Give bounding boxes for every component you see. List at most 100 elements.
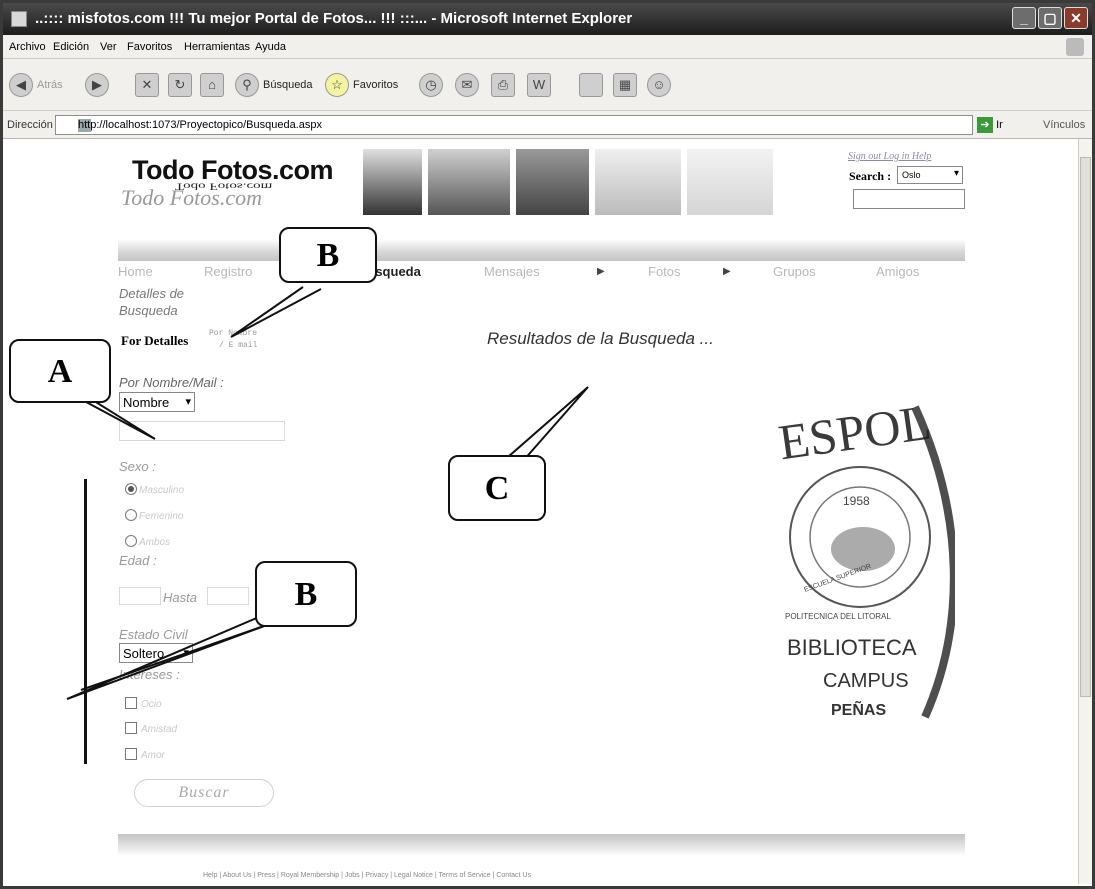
go-button[interactable]: ➔ Ir	[977, 117, 1003, 133]
refresh-icon: ↻	[168, 73, 192, 97]
results-title: Resultados de la Busqueda ...	[487, 329, 714, 348]
nav-arrow-icon: ▶	[723, 266, 731, 277]
refresh-button[interactable]: ↻	[168, 72, 192, 98]
nav-band	[118, 239, 965, 261]
close-button[interactable]: ✕	[1064, 7, 1088, 29]
home-button[interactable]: ⌂	[200, 72, 224, 98]
por-detalles-tab[interactable]: For Detalles	[121, 333, 188, 349]
research-icon: ▦	[613, 73, 637, 97]
femenino-label: Femenino	[139, 511, 184, 522]
radio-masculino[interactable]: Masculino	[125, 480, 184, 498]
home-icon: ⌂	[200, 73, 224, 97]
stop-button[interactable]: ✕	[135, 72, 159, 98]
site-logo-shadow: Todo Fotos.com	[121, 185, 262, 210]
site-search-input[interactable]	[853, 189, 965, 209]
chevron-down-icon: ▾	[183, 647, 189, 659]
por-nombre-tab-line1[interactable]: Por Nombre	[209, 329, 257, 338]
nav-fotos[interactable]: Fotos	[648, 264, 681, 279]
banner-photo-4	[595, 149, 681, 215]
search-button[interactable]: ⚲ Búsqueda	[235, 72, 313, 98]
mail-button[interactable]: ✉	[455, 72, 479, 98]
nav-home[interactable]: Home	[118, 264, 153, 279]
chevron-down-icon: ▾	[953, 168, 959, 179]
main-nav: Home Registro Busqueda Mensajes ▶ Fotos …	[118, 264, 965, 282]
links-label[interactable]: Vínculos	[1043, 119, 1085, 131]
nav-amigos[interactable]: Amigos	[876, 264, 919, 279]
menu-favoritos[interactable]: Favoritos	[127, 41, 172, 53]
edit-button[interactable]: W	[527, 72, 551, 98]
menu-ver[interactable]: Ver	[100, 41, 117, 53]
address-bar: Dirección http://localhost:1073/Proyecto…	[3, 111, 1092, 139]
edad-desde-input[interactable]	[119, 587, 161, 605]
research-button[interactable]: ▦	[613, 72, 637, 98]
forward-button[interactable]: ▶	[85, 72, 109, 98]
nav-grupos[interactable]: Grupos	[773, 264, 816, 279]
site-search-select[interactable]: Oslo ▾	[897, 166, 963, 184]
turtle-emblem-icon	[831, 527, 895, 571]
discuss-button[interactable]	[579, 72, 603, 98]
estado-select-value: Soltero	[123, 646, 165, 661]
checkbox-ocio[interactable]: Ocio	[125, 694, 162, 712]
banner-photo-2	[428, 149, 511, 215]
radio-femenino[interactable]: Femenino	[125, 506, 183, 524]
vertical-scrollbar[interactable]	[1078, 139, 1092, 884]
checkbox-icon	[125, 721, 137, 734]
footer-links[interactable]: Help | About Us | Press | Royal Membersh…	[203, 872, 531, 879]
radio-ambos[interactable]: Ambos	[125, 532, 170, 550]
window-title: ..:::: misfotos.com !!! Tu mejor Portal …	[35, 10, 633, 27]
menu-edicion[interactable]: Edición	[53, 41, 89, 53]
checkbox-amistad[interactable]: Amistad	[125, 719, 177, 737]
forward-arrow-icon: ▶	[85, 73, 109, 97]
search-icon: ⚲	[235, 73, 259, 97]
header-banner	[363, 149, 773, 215]
back-button[interactable]: ◀ Atrás	[9, 72, 63, 98]
mail-icon: ✉	[455, 73, 479, 97]
por-nombre-tab-line2[interactable]: / E mail	[219, 341, 257, 350]
account-links[interactable]: Sign out Log in Help	[848, 151, 931, 162]
address-input[interactable]: http://localhost:1073/Proyectopico/Busqu…	[55, 115, 973, 135]
site-search-label: Search :	[849, 169, 892, 183]
details-title-line1: Detalles de	[119, 286, 185, 301]
amistad-label: Amistad	[141, 724, 178, 735]
address-label: Dirección	[7, 119, 53, 131]
stamp-ring-left: ESCUELA SUPERIOR	[803, 563, 872, 594]
favorites-button[interactable]: ☆ Favoritos	[325, 72, 398, 98]
buscar-button[interactable]: Buscar	[134, 779, 274, 807]
nav-mensajes[interactable]: Mensajes	[484, 264, 540, 279]
nombre-select-value: Nombre	[123, 395, 170, 410]
nav-arrow-icon: ▶	[597, 266, 605, 277]
search-label: Búsqueda	[263, 79, 313, 91]
estado-select[interactable]: Soltero ▾	[119, 643, 193, 663]
minimize-button[interactable]: _	[1012, 7, 1036, 29]
ambos-label: Ambos	[139, 537, 171, 548]
nav-registro[interactable]: Registro	[204, 264, 252, 279]
print-button[interactable]: ⎙	[491, 72, 515, 98]
callout-c: C	[448, 455, 546, 521]
sexo-label: Sexo :	[119, 459, 156, 474]
history-button[interactable]: ◷	[419, 72, 443, 98]
menu-ayuda[interactable]: Ayuda	[255, 41, 286, 53]
por-nombre-mail-label: Por Nombre/Mail :	[119, 375, 224, 390]
stamp-year: 1958	[843, 494, 870, 508]
annotation-bracket-line	[84, 479, 87, 764]
library-stamp: ESPOL 1958 ESCUELA SUPERIOR POLITECNICA …	[775, 397, 955, 719]
edad-hasta-input[interactable]	[207, 587, 249, 605]
checkbox-amor[interactable]: Amor	[125, 745, 165, 763]
toolbar: ◀ Atrás ▶ ✕ ↻ ⌂ ⚲ Búsqueda ☆ Favoritos ◷…	[3, 59, 1092, 111]
menu-herramientas[interactable]: Herramientas	[184, 41, 250, 53]
masculino-label: Masculino	[139, 485, 185, 496]
scrollbar-thumb[interactable]	[1080, 157, 1091, 697]
messenger-button[interactable]: ☺	[647, 72, 671, 98]
nombre-input[interactable]	[119, 421, 285, 441]
maximize-button[interactable]: ▢	[1038, 7, 1062, 29]
address-url: http://localhost:1073/Proyectopico/Busqu…	[78, 119, 322, 131]
hasta-label: Hasta	[163, 590, 197, 605]
stamp-line3: PEÑAS	[831, 699, 886, 719]
nombre-select[interactable]: Nombre ▾	[119, 392, 195, 412]
favorites-label: Favoritos	[353, 79, 399, 91]
menu-archivo[interactable]: Archivo	[9, 41, 46, 53]
intereses-label: Intereses :	[119, 667, 180, 682]
radio-icon	[125, 534, 137, 547]
details-title-line2: Busqueda	[119, 303, 178, 318]
print-icon: ⎙	[491, 73, 515, 97]
